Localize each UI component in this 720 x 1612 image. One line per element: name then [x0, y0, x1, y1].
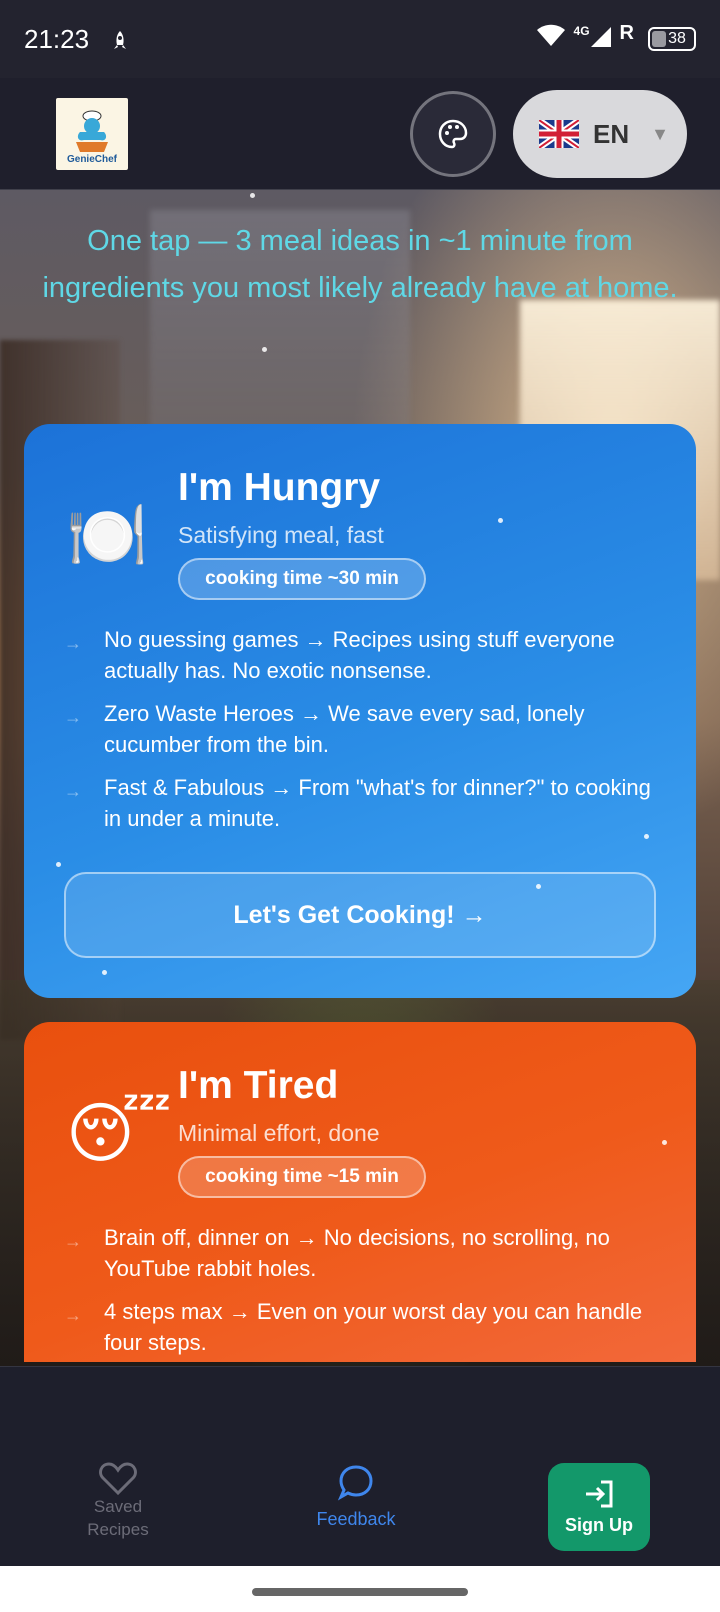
feature-item: → Zero Waste Heroes → We save every sad, … [64, 701, 585, 757]
plate-cutlery-icon: 🍽️ [66, 498, 149, 572]
lets-get-cooking-button[interactable]: Let's Get Cooking! → [64, 872, 656, 958]
feature-item: → Brain off, dinner on → No decisions, no… [64, 1225, 610, 1281]
cooking-time-badge: cooking time ~30 min [178, 558, 426, 600]
feature-list: → Brain off, dinner on → No decisions, no… [64, 1222, 664, 1362]
arrow-icon: → [64, 633, 82, 653]
feature-item: → 4 steps max → Even on your worst day yo… [64, 1299, 643, 1355]
login-arrow-icon [586, 1480, 613, 1507]
feature-list: → No guessing games → Recipes using stuff… [64, 624, 664, 846]
cooking-time-badge: cooking time ~15 min [178, 1156, 426, 1198]
geniechef-logo[interactable]: GenieChef [56, 98, 128, 170]
sign-up-button[interactable]: Sign Up [548, 1463, 650, 1551]
wifi-icon [536, 24, 566, 55]
sparkle [56, 862, 61, 867]
chat-bubble-icon [337, 1465, 373, 1501]
sign-up-label: Sign Up [565, 1514, 633, 1535]
saved-recipes-tab[interactable]: Saved Recipes [68, 1461, 168, 1541]
gesture-bar [0, 1566, 720, 1612]
language-code: EN [593, 118, 630, 149]
arrow-icon: → [64, 781, 82, 801]
sparkle [262, 347, 267, 352]
feedback-tab[interactable]: Feedback [296, 1463, 416, 1530]
feature-item: → No guessing games → Recipes using stuff… [64, 627, 615, 683]
heart-icon [99, 1462, 137, 1495]
feature-item: → Fast & Fabulous → From "what's for dinn… [64, 775, 651, 831]
arrow-icon: → [64, 707, 82, 727]
palette-icon [438, 119, 468, 149]
sparkle [250, 193, 255, 198]
card-subtitle: Minimal effort, done [178, 1120, 380, 1146]
app-header: GenieChef EN ▼ [0, 78, 720, 190]
arrow-icon: → [64, 1231, 82, 1251]
signal-icon [590, 24, 612, 55]
sparkle [498, 518, 503, 523]
roaming-indicator: R [619, 21, 634, 44]
battery-icon: 38 [648, 27, 696, 51]
tired-card[interactable]: 😴 I'm Tired Minimal effort, done cooking… [24, 1022, 696, 1362]
arrow-icon: → [64, 1305, 82, 1325]
saved-recipes-label: Saved Recipes [87, 1497, 149, 1539]
hungry-card[interactable]: 🍽️ I'm Hungry Satisfying meal, fast cook… [24, 424, 696, 998]
rocket-notification-icon [111, 28, 129, 50]
sparkle [644, 834, 649, 839]
network-type: 4G [573, 24, 590, 38]
sleepy-face-icon: 😴 [66, 1096, 172, 1170]
theme-button[interactable] [410, 91, 496, 177]
status-time: 21:23 [24, 23, 90, 54]
battery-level: 38 [668, 30, 686, 47]
chevron-down-icon: ▼ [651, 123, 669, 144]
status-bar: 21:23 4G R 38 [0, 0, 720, 78]
sparkle [102, 970, 107, 975]
status-icons: 4G R 38 [536, 21, 696, 55]
uk-flag-icon [539, 120, 579, 148]
card-title: I'm Hungry [178, 466, 381, 509]
home-indicator[interactable] [252, 1588, 468, 1596]
sparkle [662, 1140, 667, 1145]
card-subtitle: Satisfying meal, fast [178, 522, 384, 548]
genie-chef-icon [76, 110, 108, 152]
card-title: I'm Tired [178, 1064, 339, 1107]
language-selector[interactable]: EN ▼ [513, 90, 687, 178]
sparkle [536, 884, 541, 889]
tagline: One tap — 3 meal ideas in ~1 minute from… [42, 225, 678, 304]
bottom-navigation: Saved Recipes Feedback Sign Up [0, 1366, 720, 1566]
feedback-label: Feedback [316, 1509, 396, 1529]
logo-text: GenieChef [66, 154, 117, 165]
